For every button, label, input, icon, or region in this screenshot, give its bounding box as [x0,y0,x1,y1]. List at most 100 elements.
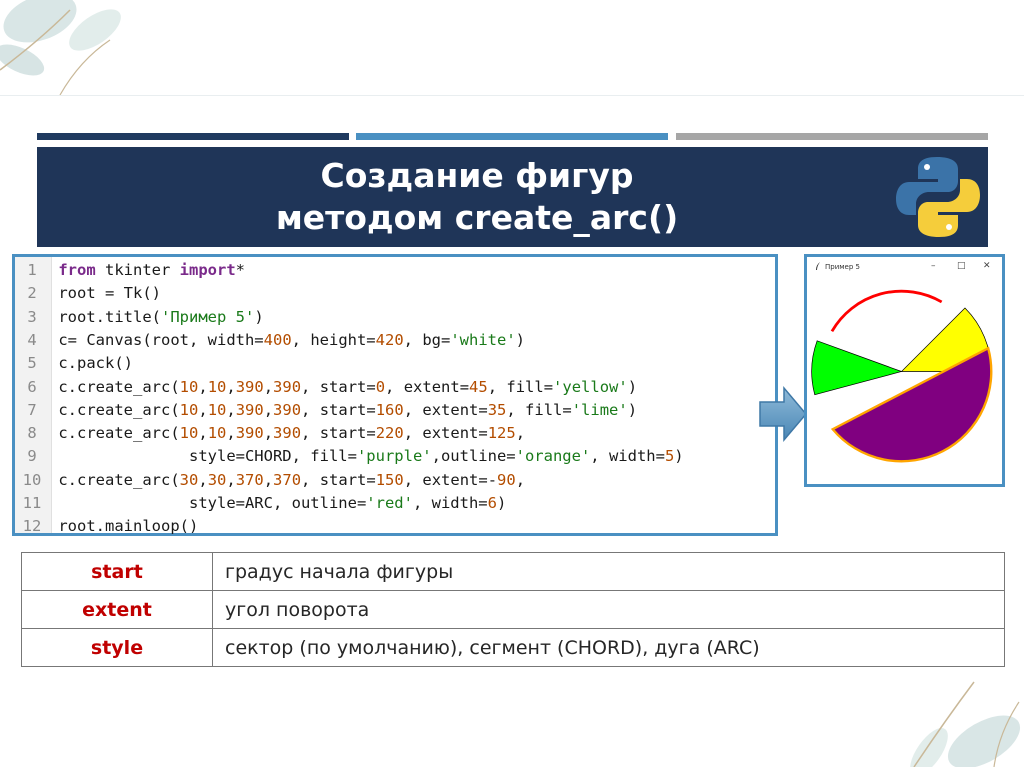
code-token: 90 [497,470,516,489]
code-token: * [235,261,246,279]
code-token: root.title( [58,307,161,326]
code-token: , [515,424,526,443]
tk-feather-icon [816,262,820,270]
code-line: 7 c.create_arc(10,10,390,390, start=160,… [15,399,637,422]
code-token: 390 [273,424,302,443]
param-key: start [21,552,213,591]
python-logo-icon [896,157,980,237]
line-number: 7 [27,400,37,419]
code-token: , [263,470,274,489]
code-token: c.create_arc( [58,400,180,419]
code-token: 30 [179,470,199,489]
code-token: c.pack() [58,354,133,373]
title-banner: Создание фигур методом create_arc() [37,147,988,247]
code-line: 10 c.create_arc(30,30,370,370, start=150… [15,469,525,492]
line-number: 1 [27,261,37,279]
code-token: style=ARC, outline= [58,494,367,512]
code-token: ) [515,330,525,349]
leaf-decoration-icon [0,0,121,96]
code-token: , [515,470,526,489]
code-token: from [58,261,96,279]
tk-window-title: Пример 5 [825,263,860,271]
stripe-dark [37,133,349,140]
tk-canvas [811,289,993,463]
table-row: start градус начала фигуры [21,552,1005,591]
code-token: ) [627,400,638,419]
code-token: , [263,400,274,419]
code-token: 150 [375,470,404,489]
code-token: 0 [375,377,386,396]
code-token: 420 [375,330,404,349]
code-token: , extent=- [403,470,498,489]
line-number: 6 [27,377,37,396]
param-desc: угол поворота [212,590,1005,629]
code-token: 390 [273,377,302,396]
code-token: c.create_arc( [58,470,180,489]
code-token: 10 [207,424,227,443]
line-number: 3 [27,307,37,326]
line-number: 11 [22,494,42,512]
code-token: ,outline= [431,447,516,466]
code-line: 6 c.create_arc(10,10,390,390, start=0, e… [15,376,637,399]
line-number: 12 [22,517,42,536]
code-token: 10 [179,424,199,443]
minimize-button[interactable]: – [931,261,936,271]
code-block: 1 from tkinter import* 2 root = Tk() 3 roo… [12,254,778,536]
code-line: 5 c.pack() [15,352,133,375]
code-token: , [263,377,274,396]
code-token: , fill= [506,400,572,419]
code-token: , [226,424,236,443]
code-token: , extent= [385,377,470,396]
code-token: 125 [487,424,516,443]
code-line: 2 root = Tk() [15,282,161,305]
code-token: 390 [235,424,264,443]
code-token: 400 [263,330,292,349]
line-number: 8 [27,424,37,443]
code-token: tkinter [95,261,180,279]
code-line: 3 root.title('Пример 5') [15,306,264,329]
code-token: 370 [235,470,264,489]
code-token: 'purple' [356,447,432,466]
code-token: 45 [469,377,488,396]
code-token: ) [674,447,684,466]
code-token: , [263,424,274,443]
code-token: , [226,400,236,419]
code-line: 8 c.create_arc(10,10,390,390, start=220,… [15,422,525,445]
tk-window: Пример 5 – □ ✕ [804,254,1005,487]
code-token: c.create_arc( [58,377,180,396]
code-token: 370 [273,470,302,489]
code-token: root = Tk() [58,284,161,303]
code-token: 6 [487,494,497,512]
code-token: 10 [179,400,199,419]
line-number: 5 [27,354,37,373]
code-token: 10 [179,377,199,396]
code-token: 'orange' [515,447,591,466]
code-token: 10 [207,377,227,396]
code-token: , [198,470,208,489]
code-token: ) [254,307,264,326]
code-token: 'lime' [571,400,628,419]
code-token: ) [496,494,507,512]
close-button[interactable]: ✕ [983,261,991,271]
code-line: 1 from tkinter import* [15,259,245,282]
maximize-button[interactable]: □ [957,261,966,271]
code-token: , start= [301,424,376,443]
code-token: 390 [235,377,264,396]
header-divider [0,95,1024,96]
code-token: 160 [375,400,404,419]
code-line: 12 root.mainloop() [15,515,199,538]
code-token: , [226,470,236,489]
code-token: c= Canvas(root, width= [58,330,264,349]
code-token: ) [627,377,638,396]
code-token: , extent= [403,400,488,419]
code-token: , fill= [487,377,554,396]
code-token: 220 [375,424,404,443]
parameter-table: start градус начала фигуры extent угол п… [21,552,1005,667]
code-token: , height= [291,330,376,349]
code-token: , extent= [403,424,488,443]
code-token: , start= [301,377,376,396]
line-number: 9 [27,447,37,466]
code-token: , [198,377,208,396]
stripe-blue [356,133,668,140]
code-token: 'yellow' [553,377,628,396]
